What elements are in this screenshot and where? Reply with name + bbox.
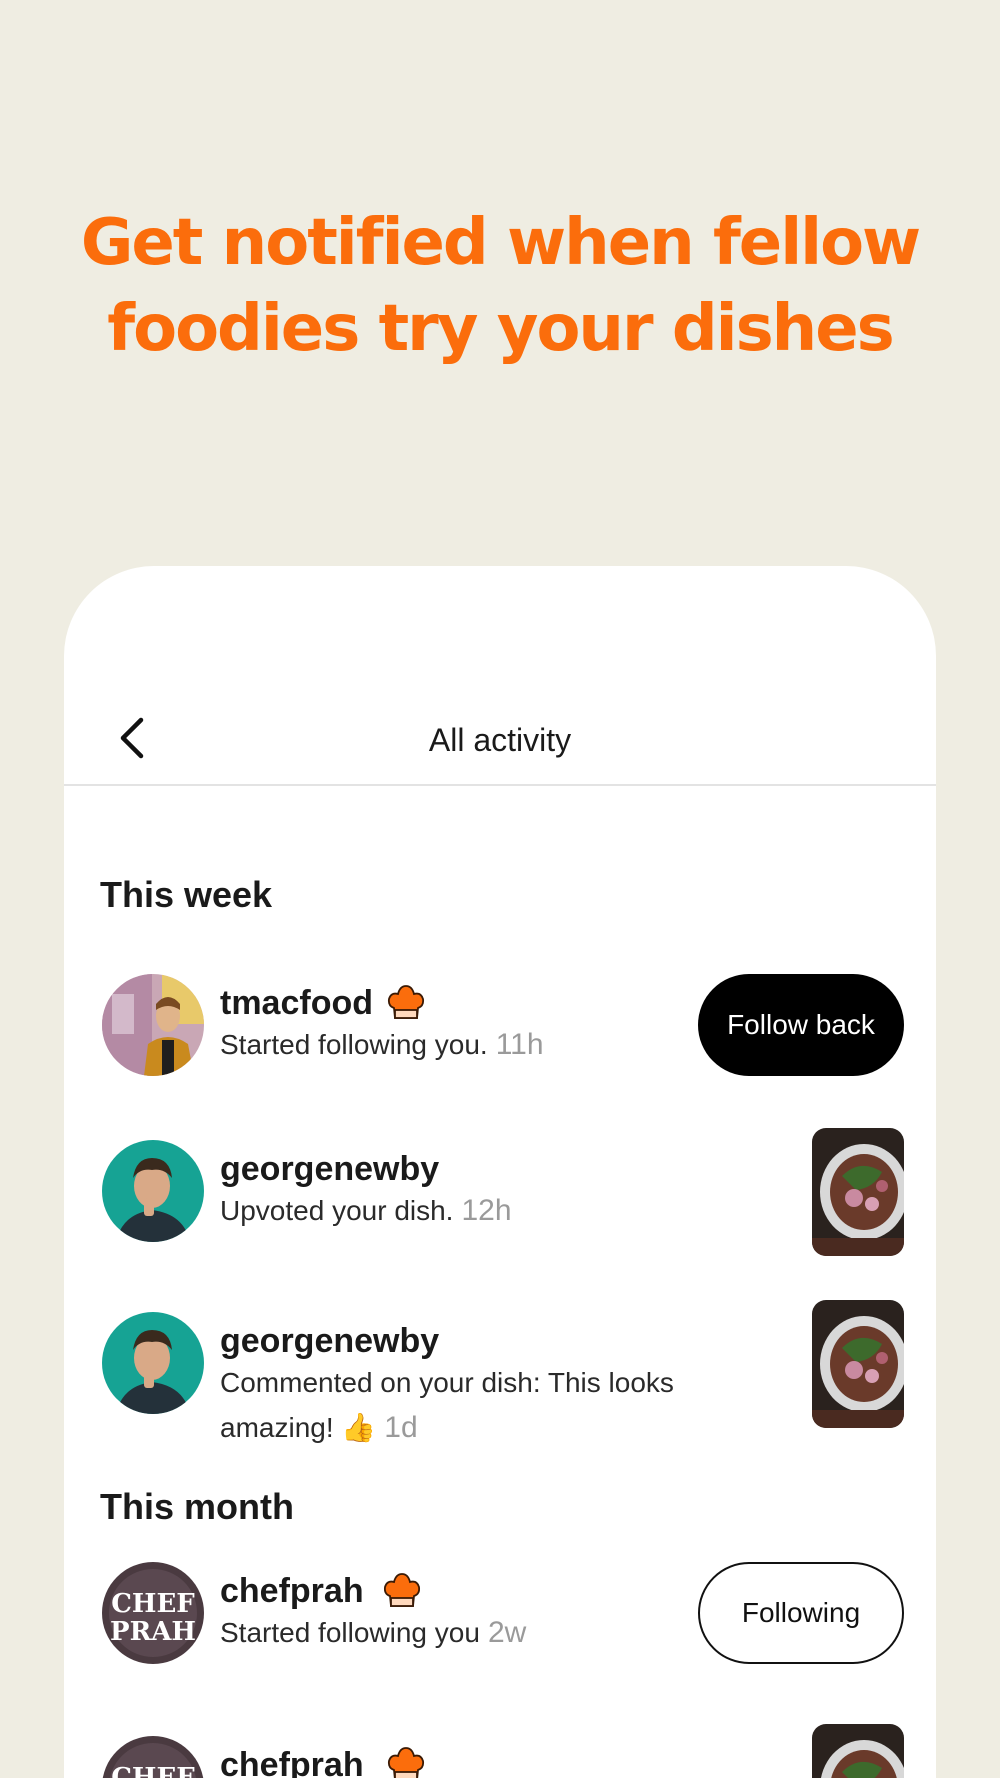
avatar[interactable]	[102, 1312, 204, 1414]
activity-message: Upvoted your dish. 12h	[220, 1188, 720, 1233]
svg-text:CHEF: CHEF	[111, 1763, 195, 1778]
following-button[interactable]: Following	[698, 1562, 904, 1664]
back-button[interactable]	[108, 714, 156, 762]
activity-row[interactable]: tmacfood Started following you. 11h Follo…	[64, 974, 936, 1084]
dish-thumbnail[interactable]	[812, 1128, 904, 1256]
message-text-line1: Commented on your dish: This looks	[220, 1367, 674, 1398]
dish-thumbnail[interactable]	[812, 1724, 904, 1778]
timestamp: 11h	[495, 1028, 544, 1061]
avatar[interactable]: CHEF PRAH	[102, 1562, 204, 1664]
activity-screen: All activity This week tmacfood Started …	[64, 566, 936, 1778]
timestamp: 1d	[384, 1411, 418, 1444]
avatar[interactable]: CHEF	[102, 1736, 204, 1778]
section-title-this-week: This week	[100, 874, 273, 915]
chevron-left-icon	[120, 717, 144, 759]
follow-back-button[interactable]: Follow back	[698, 974, 904, 1076]
promo-headline: Get notified when fellow foodies try you…	[0, 200, 1000, 372]
message-text: Upvoted your dish.	[220, 1195, 454, 1226]
activity-row[interactable]: georgenewby Commented on your dish: This…	[64, 1300, 936, 1444]
activity-message: Started following you 2w	[220, 1610, 720, 1655]
thumbs-up-icon: 👍	[341, 1412, 377, 1443]
avatar[interactable]	[102, 974, 204, 1076]
top-bar: All activity	[64, 696, 936, 786]
timestamp: 12h	[461, 1194, 512, 1227]
timestamp: 2w	[487, 1616, 527, 1649]
message-text: Started following you	[220, 1617, 480, 1648]
chef-hat-icon	[382, 1572, 422, 1610]
activity-message: Commented on your dish: This looks amazi…	[220, 1360, 760, 1450]
username[interactable]: chefprah	[220, 1746, 364, 1778]
username[interactable]: georgenewby	[220, 1322, 439, 1361]
svg-text:CHEF: CHEF	[111, 1589, 195, 1619]
activity-row[interactable]: CHEF chefprah	[64, 1724, 936, 1778]
dish-thumbnail[interactable]	[812, 1300, 904, 1428]
promo-headline-line2: foodies try your dishes	[107, 292, 894, 366]
username[interactable]: chefprah	[220, 1572, 364, 1611]
section-title-this-month: This month	[100, 1486, 294, 1527]
promo-headline-line1: Get notified when fellow	[80, 206, 921, 280]
message-text: Started following you.	[220, 1029, 488, 1060]
username[interactable]: tmacfood	[220, 984, 373, 1023]
username[interactable]: georgenewby	[220, 1150, 439, 1189]
message-text-line2: amazing! 👍 1d	[220, 1411, 418, 1444]
chef-hat-icon	[386, 1746, 426, 1778]
chef-hat-icon	[386, 984, 426, 1022]
avatar[interactable]	[102, 1140, 204, 1242]
activity-row[interactable]: georgenewby Upvoted your dish. 12h	[64, 1128, 936, 1256]
svg-text:PRAH: PRAH	[110, 1617, 196, 1647]
page-title: All activity	[428, 722, 572, 758]
activity-message: Started following you. 11h	[220, 1022, 720, 1067]
activity-row[interactable]: CHEF PRAH chefprah Started following you…	[64, 1562, 936, 1672]
